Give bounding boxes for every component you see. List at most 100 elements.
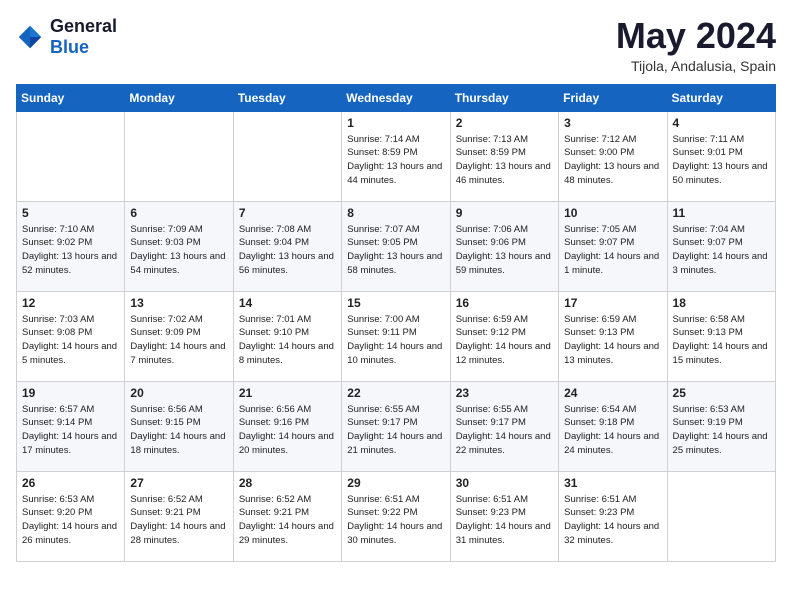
cell-info: Sunrise: 7:12 AM Sunset: 9:00 PM Dayligh… [564,133,661,188]
day-number: 12 [22,296,119,310]
cell-info: Sunrise: 7:02 AM Sunset: 9:09 PM Dayligh… [130,313,227,368]
day-number: 26 [22,476,119,490]
calendar-cell: 11Sunrise: 7:04 AM Sunset: 9:07 PM Dayli… [667,201,775,291]
calendar-cell: 2 Sunrise: 7:13 AM Sunset: 8:59 PM Daylig… [450,111,558,201]
calendar-cell: 31Sunrise: 6:51 AM Sunset: 9:23 PM Dayli… [559,471,667,561]
day-number: 28 [239,476,336,490]
weekday-header-sunday: Sunday [17,84,125,111]
calendar-cell: 6 Sunrise: 7:09 AM Sunset: 9:03 PM Daylig… [125,201,233,291]
title-block: May 2024 Tijola, Andalusia, Spain [616,16,776,74]
calendar-cell: 30 Sunrise: 6:51 AM Sunset: 9:23 PM Dayli… [450,471,558,561]
month-title: May 2024 [616,16,776,56]
calendar-cell: 7Sunrise: 7:08 AM Sunset: 9:04 PM Daylig… [233,201,341,291]
calendar-cell: 21 Sunrise: 6:56 AM Sunset: 9:16 PM Dayli… [233,381,341,471]
day-number: 20 [130,386,227,400]
day-number: 13 [130,296,227,310]
day-number: 30 [456,476,553,490]
day-number: 5 [22,206,119,220]
day-number: 27 [130,476,227,490]
cell-info: Sunrise: 7:04 AM Sunset: 9:07 PM Dayligh… [673,223,770,278]
calendar-cell: 3 Sunrise: 7:12 AM Sunset: 9:00 PM Daylig… [559,111,667,201]
calendar-table: SundayMondayTuesdayWednesdayThursdayFrid… [16,84,776,562]
cell-info: Sunrise: 7:03 AM Sunset: 9:08 PM Dayligh… [22,313,119,368]
cell-info: Sunrise: 6:57 AM Sunset: 9:14 PM Dayligh… [22,403,119,458]
calendar-cell [667,471,775,561]
cell-info: Sunrise: 6:56 AM Sunset: 9:16 PM Dayligh… [239,403,336,458]
calendar-cell: 24 Sunrise: 6:54 AM Sunset: 9:18 PM Dayli… [559,381,667,471]
calendar-cell: 25 Sunrise: 6:53 AM Sunset: 9:19 PM Dayli… [667,381,775,471]
cell-info: Sunrise: 7:06 AM Sunset: 9:06 PM Dayligh… [456,223,553,278]
day-number: 7 [239,206,336,220]
logo: General Blue [16,16,117,58]
day-number: 8 [347,206,444,220]
calendar-cell: 18 Sunrise: 6:58 AM Sunset: 9:13 PM Dayli… [667,291,775,381]
weekday-header-tuesday: Tuesday [233,84,341,111]
day-number: 25 [673,386,770,400]
day-number: 3 [564,116,661,130]
day-number: 22 [347,386,444,400]
calendar-cell: 13 Sunrise: 7:02 AM Sunset: 9:09 PM Dayli… [125,291,233,381]
day-number: 4 [673,116,770,130]
weekday-header-thursday: Thursday [450,84,558,111]
calendar-cell: 1 Sunrise: 7:14 AM Sunset: 8:59 PM Daylig… [342,111,450,201]
logo-text: General Blue [50,16,117,58]
cell-info: Sunrise: 7:11 AM Sunset: 9:01 PM Dayligh… [673,133,770,188]
calendar-cell: 4 Sunrise: 7:11 AM Sunset: 9:01 PM Daylig… [667,111,775,201]
day-number: 10 [564,206,661,220]
weekday-header-row: SundayMondayTuesdayWednesdayThursdayFrid… [17,84,776,111]
calendar-cell: 5 Sunrise: 7:10 AM Sunset: 9:02 PM Daylig… [17,201,125,291]
calendar-cell: 9 Sunrise: 7:06 AM Sunset: 9:06 PM Daylig… [450,201,558,291]
cell-info: Sunrise: 6:55 AM Sunset: 9:17 PM Dayligh… [456,403,553,458]
calendar-cell: 17 Sunrise: 6:59 AM Sunset: 9:13 PM Dayli… [559,291,667,381]
calendar-cell: 19 Sunrise: 6:57 AM Sunset: 9:14 PM Dayli… [17,381,125,471]
cell-info: Sunrise: 6:53 AM Sunset: 9:20 PM Dayligh… [22,493,119,548]
day-number: 23 [456,386,553,400]
day-number: 19 [22,386,119,400]
cell-info: Sunrise: 6:52 AM Sunset: 9:21 PM Dayligh… [130,493,227,548]
day-number: 14 [239,296,336,310]
cell-info: Sunrise: 6:58 AM Sunset: 9:13 PM Dayligh… [673,313,770,368]
calendar-cell: 27 Sunrise: 6:52 AM Sunset: 9:21 PM Dayli… [125,471,233,561]
calendar-cell: 12 Sunrise: 7:03 AM Sunset: 9:08 PM Dayli… [17,291,125,381]
cell-info: Sunrise: 7:01 AM Sunset: 9:10 PM Dayligh… [239,313,336,368]
day-number: 2 [456,116,553,130]
weekday-header-friday: Friday [559,84,667,111]
cell-info: Sunrise: 6:53 AM Sunset: 9:19 PM Dayligh… [673,403,770,458]
calendar-week-3: 12 Sunrise: 7:03 AM Sunset: 9:08 PM Dayli… [17,291,776,381]
calendar-week-5: 26 Sunrise: 6:53 AM Sunset: 9:20 PM Dayli… [17,471,776,561]
calendar-week-1: 1 Sunrise: 7:14 AM Sunset: 8:59 PM Daylig… [17,111,776,201]
cell-info: Sunrise: 7:13 AM Sunset: 8:59 PM Dayligh… [456,133,553,188]
calendar-cell: 29Sunrise: 6:51 AM Sunset: 9:22 PM Dayli… [342,471,450,561]
cell-info: Sunrise: 6:51 AM Sunset: 9:23 PM Dayligh… [456,493,553,548]
cell-info: Sunrise: 6:54 AM Sunset: 9:18 PM Dayligh… [564,403,661,458]
calendar-cell [17,111,125,201]
cell-info: Sunrise: 7:14 AM Sunset: 8:59 PM Dayligh… [347,133,444,188]
weekday-header-saturday: Saturday [667,84,775,111]
weekday-header-monday: Monday [125,84,233,111]
day-number: 31 [564,476,661,490]
calendar-cell [125,111,233,201]
cell-info: Sunrise: 7:09 AM Sunset: 9:03 PM Dayligh… [130,223,227,278]
cell-info: Sunrise: 6:56 AM Sunset: 9:15 PM Dayligh… [130,403,227,458]
calendar-cell: 8Sunrise: 7:07 AM Sunset: 9:05 PM Daylig… [342,201,450,291]
day-number: 24 [564,386,661,400]
day-number: 17 [564,296,661,310]
calendar-cell: 10Sunrise: 7:05 AM Sunset: 9:07 PM Dayli… [559,201,667,291]
cell-info: Sunrise: 6:51 AM Sunset: 9:22 PM Dayligh… [347,493,444,548]
cell-info: Sunrise: 7:10 AM Sunset: 9:02 PM Dayligh… [22,223,119,278]
page-header: General Blue May 2024 Tijola, Andalusia,… [16,16,776,74]
day-number: 6 [130,206,227,220]
calendar-cell: 14 Sunrise: 7:01 AM Sunset: 9:10 PM Dayli… [233,291,341,381]
day-number: 1 [347,116,444,130]
cell-info: Sunrise: 7:00 AM Sunset: 9:11 PM Dayligh… [347,313,444,368]
day-number: 21 [239,386,336,400]
cell-info: Sunrise: 6:59 AM Sunset: 9:12 PM Dayligh… [456,313,553,368]
cell-info: Sunrise: 6:59 AM Sunset: 9:13 PM Dayligh… [564,313,661,368]
day-number: 16 [456,296,553,310]
calendar-cell: 20 Sunrise: 6:56 AM Sunset: 9:15 PM Dayli… [125,381,233,471]
day-number: 9 [456,206,553,220]
calendar-cell: 22Sunrise: 6:55 AM Sunset: 9:17 PM Dayli… [342,381,450,471]
day-number: 18 [673,296,770,310]
calendar-cell: 28 Sunrise: 6:52 AM Sunset: 9:21 PM Dayli… [233,471,341,561]
cell-info: Sunrise: 6:52 AM Sunset: 9:21 PM Dayligh… [239,493,336,548]
